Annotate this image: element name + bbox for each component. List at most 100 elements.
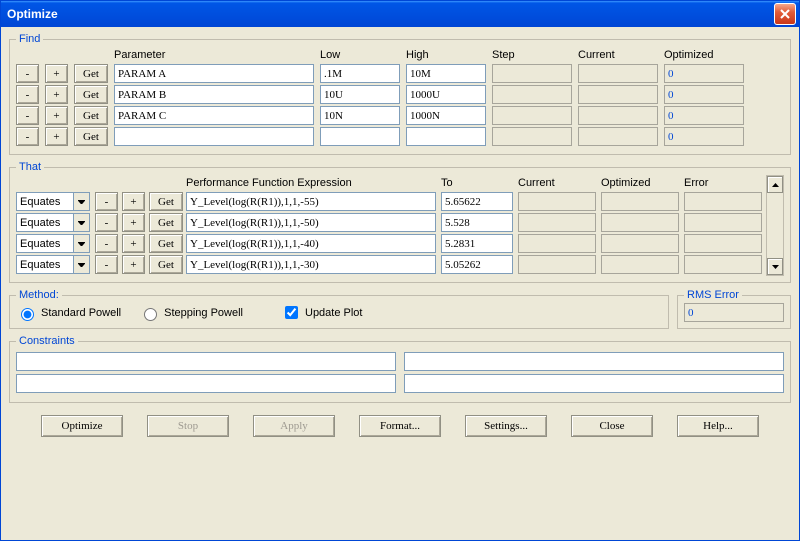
param-field[interactable] <box>114 64 314 83</box>
settings-button[interactable]: Settings... <box>465 415 547 437</box>
help-button[interactable]: Help... <box>677 415 759 437</box>
optimized-field <box>664 64 744 83</box>
remove-button[interactable]: - <box>16 106 39 125</box>
get-button[interactable]: Get <box>149 255 183 274</box>
add-button[interactable]: + <box>122 213 145 232</box>
param-field[interactable] <box>114 127 314 146</box>
to-field[interactable] <box>441 213 513 232</box>
add-button[interactable]: + <box>45 85 68 104</box>
standard-powell-radio[interactable]: Standard Powell <box>16 305 121 321</box>
col-error: Error <box>684 177 762 189</box>
chevron-down-icon[interactable] <box>73 193 89 210</box>
remove-button[interactable]: - <box>95 192 118 211</box>
get-button[interactable]: Get <box>74 64 108 83</box>
error-field <box>684 192 762 211</box>
high-field[interactable] <box>406 85 486 104</box>
remove-button[interactable]: - <box>16 85 39 104</box>
titlebar[interactable]: Optimize <box>1 1 799 27</box>
chevron-down-icon[interactable] <box>73 235 89 252</box>
equates-combo[interactable]: Equates <box>16 234 90 253</box>
current-field <box>518 213 596 232</box>
equates-combo[interactable]: Equates <box>16 255 90 274</box>
perf-expr-field[interactable] <box>186 255 436 274</box>
get-button[interactable]: Get <box>149 213 183 232</box>
get-button[interactable]: Get <box>74 85 108 104</box>
add-button[interactable]: + <box>122 255 145 274</box>
update-plot-input[interactable] <box>285 306 298 319</box>
apply-button[interactable]: Apply <box>253 415 335 437</box>
optimized-field <box>601 213 679 232</box>
low-field[interactable] <box>320 106 400 125</box>
remove-button[interactable]: - <box>95 255 118 274</box>
low-field[interactable] <box>320 127 400 146</box>
optimize-dialog: Optimize Find Parameter Low High Step Cu… <box>0 0 800 541</box>
constraint-2a[interactable] <box>16 374 396 393</box>
find-row: -+ Get <box>16 127 784 146</box>
to-field[interactable] <box>441 234 513 253</box>
get-button[interactable]: Get <box>149 234 183 253</box>
param-field[interactable] <box>114 85 314 104</box>
constraint-2b[interactable] <box>404 374 784 393</box>
to-field[interactable] <box>441 255 513 274</box>
find-row: -+ Get <box>16 64 784 83</box>
close-icon[interactable] <box>774 3 796 25</box>
stepping-powell-input[interactable] <box>144 308 157 321</box>
error-field <box>684 213 762 232</box>
param-field[interactable] <box>114 106 314 125</box>
close-button[interactable]: Close <box>571 415 653 437</box>
get-button[interactable]: Get <box>74 106 108 125</box>
perf-expr-field[interactable] <box>186 234 436 253</box>
perf-expr-field[interactable] <box>186 192 436 211</box>
get-button[interactable]: Get <box>149 192 183 211</box>
remove-button[interactable]: - <box>16 64 39 83</box>
add-button[interactable]: + <box>45 64 68 83</box>
current-field <box>578 127 658 146</box>
current-field <box>518 192 596 211</box>
col-high: High <box>406 49 486 61</box>
low-field[interactable] <box>320 85 400 104</box>
col-optimized: Optimized <box>601 177 679 189</box>
high-field[interactable] <box>406 106 486 125</box>
perf-expr-field[interactable] <box>186 213 436 232</box>
get-button[interactable]: Get <box>74 127 108 146</box>
equates-combo[interactable]: Equates <box>16 192 90 211</box>
equates-combo[interactable]: Equates <box>16 213 90 232</box>
high-field[interactable] <box>406 64 486 83</box>
to-field[interactable] <box>441 192 513 211</box>
constraint-1a[interactable] <box>16 352 396 371</box>
stop-button[interactable]: Stop <box>147 415 229 437</box>
col-low: Low <box>320 49 400 61</box>
chevron-down-icon[interactable] <box>73 256 89 273</box>
optimize-button[interactable]: Optimize <box>41 415 123 437</box>
add-button[interactable]: + <box>122 234 145 253</box>
remove-button[interactable]: - <box>95 213 118 232</box>
format-button[interactable]: Format... <box>359 415 441 437</box>
add-button[interactable]: + <box>45 127 68 146</box>
update-plot-checkbox[interactable]: Update Plot <box>281 303 362 322</box>
button-bar: Optimize Stop Apply Format... Settings..… <box>9 407 791 439</box>
add-button[interactable]: + <box>45 106 68 125</box>
col-perf-expr: Performance Function Expression <box>186 177 436 189</box>
remove-button[interactable]: - <box>95 234 118 253</box>
that-row: Equates-+Get <box>16 213 762 232</box>
add-button[interactable]: + <box>122 192 145 211</box>
standard-powell-input[interactable] <box>21 308 34 321</box>
col-to: To <box>441 177 513 189</box>
scroll-up-icon[interactable] <box>767 176 783 193</box>
step-field <box>492 85 572 104</box>
remove-button[interactable]: - <box>16 127 39 146</box>
low-field[interactable] <box>320 64 400 83</box>
chevron-down-icon[interactable] <box>73 214 89 231</box>
stepping-powell-radio[interactable]: Stepping Powell <box>139 305 243 321</box>
scroll-down-icon[interactable] <box>767 258 783 275</box>
optimized-field <box>601 192 679 211</box>
col-optimized: Optimized <box>664 49 744 61</box>
constraint-1b[interactable] <box>404 352 784 371</box>
high-field[interactable] <box>406 127 486 146</box>
find-header-row: Parameter Low High Step Current Optimize… <box>16 49 784 61</box>
step-field <box>492 106 572 125</box>
current-field <box>578 64 658 83</box>
method-group: Method: Standard Powell Stepping Powell … <box>9 289 669 329</box>
col-current: Current <box>578 49 658 61</box>
that-scrollbar[interactable] <box>766 175 784 276</box>
